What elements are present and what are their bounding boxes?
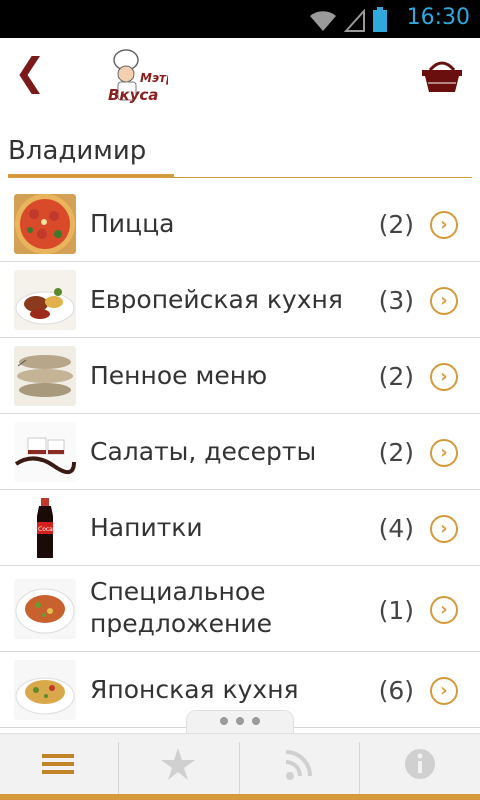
tab-menu[interactable]	[0, 734, 120, 794]
item-count: (2)	[378, 362, 414, 391]
chevron-right-icon[interactable]: ›	[430, 211, 458, 239]
battery-icon	[373, 7, 387, 32]
item-count: (2)	[378, 210, 414, 239]
more-dots-icon[interactable]	[218, 716, 268, 726]
rss-icon	[285, 750, 312, 780]
bottom-nav	[0, 733, 480, 800]
item-count: (1)	[378, 596, 414, 625]
list-item[interactable]: Специальное предложение (1) ›	[0, 566, 480, 652]
special-dish-thumb	[14, 579, 76, 639]
list-item[interactable]: Салаты, десерты (2) ›	[0, 414, 480, 490]
info-icon	[405, 749, 435, 779]
star-icon	[161, 748, 195, 780]
item-label: Европейская кухня	[90, 285, 343, 314]
tab-favorites[interactable]	[120, 734, 240, 794]
item-count: (3)	[378, 286, 414, 315]
clock: 16:30	[406, 5, 470, 30]
wifi-icon	[310, 11, 336, 31]
item-label: Японская кухня	[90, 675, 299, 704]
item-label: Специальное предложение	[90, 576, 272, 640]
chevron-right-icon[interactable]: ›	[430, 515, 458, 543]
list-item[interactable]: Европейская кухня (3) ›	[0, 262, 480, 338]
list-item[interactable]: Пицца (2) ›	[0, 186, 480, 262]
tab-feed[interactable]	[240, 734, 360, 794]
japanese-dish-thumb	[14, 660, 76, 720]
list-item[interactable]: Пенное меню (2) ›	[0, 338, 480, 414]
item-label: Напитки	[90, 513, 203, 542]
chevron-right-icon[interactable]: ›	[430, 439, 458, 467]
nav-divider	[118, 742, 119, 794]
back-chevron-icon[interactable]: ❮	[14, 52, 50, 92]
item-label: Пицца	[90, 209, 175, 238]
cola-thumb: Coca	[14, 498, 76, 558]
pizza-thumb	[14, 194, 76, 254]
menu-icon	[42, 754, 74, 774]
svg-text:Мэтр: Мэтр	[140, 71, 168, 85]
active-tab-indicator	[0, 794, 480, 800]
svg-text:Coca: Coca	[38, 526, 53, 533]
chevron-right-icon[interactable]: ›	[430, 596, 458, 624]
item-label: Салаты, десерты	[90, 437, 317, 466]
svg-text:Вкуса: Вкуса	[108, 86, 158, 104]
status-icons	[308, 7, 388, 33]
no-signal-icon	[344, 9, 365, 32]
brand-logo: Мэтр Вкуса	[104, 46, 175, 110]
chevron-right-icon[interactable]: ›	[430, 677, 458, 705]
fish-thumb	[14, 346, 76, 406]
european-dish-thumb	[14, 270, 76, 330]
item-count: (2)	[378, 438, 414, 467]
basket-icon[interactable]	[420, 58, 464, 92]
item-label-line2: предложение	[90, 609, 273, 638]
chevron-right-icon[interactable]: ›	[430, 363, 458, 391]
app-header: ❮ Мэтр Вкуса	[0, 38, 480, 120]
item-label: Пенное меню	[90, 361, 268, 390]
item-count: (6)	[378, 676, 414, 705]
chevron-right-icon[interactable]: ›	[430, 287, 458, 315]
list-item[interactable]: Coca Напитки (4) ›	[0, 490, 480, 566]
city-title[interactable]: Владимир	[8, 136, 146, 166]
tab-info[interactable]	[360, 734, 480, 794]
item-label-line1: Специальное	[90, 577, 266, 606]
dessert-thumb	[14, 422, 76, 482]
item-count: (4)	[378, 514, 414, 543]
status-bar: 16:30	[0, 0, 480, 38]
city-divider	[8, 177, 472, 178]
